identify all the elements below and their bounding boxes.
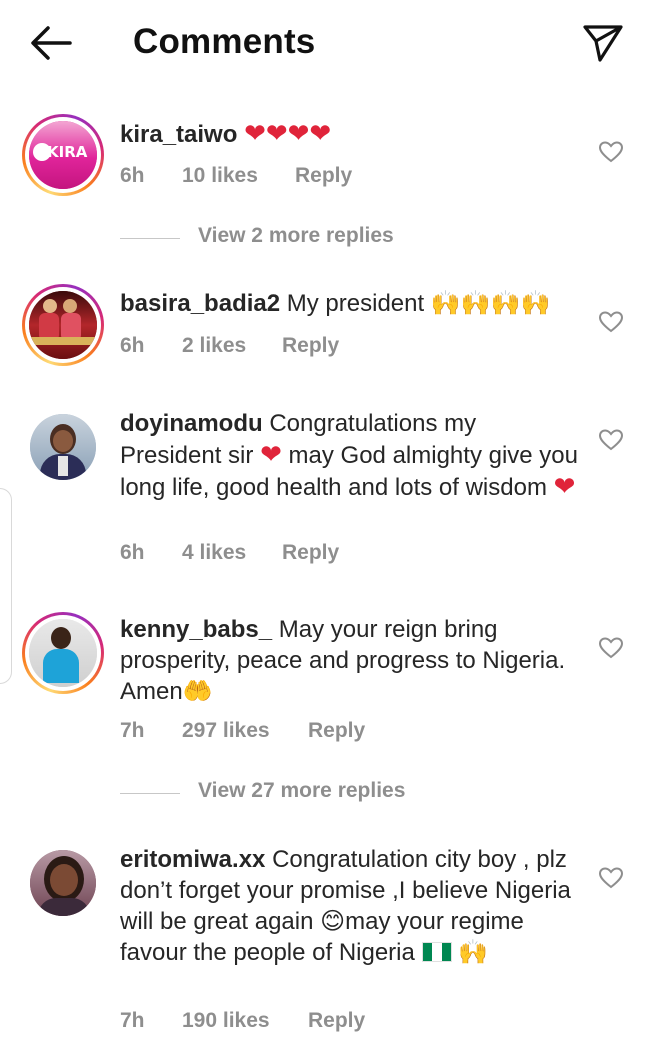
heart-outline-icon xyxy=(598,637,624,659)
reply-button[interactable]: Reply xyxy=(295,164,352,188)
arrow-left-icon xyxy=(31,26,72,60)
smiling-face-emoji: 😊 xyxy=(320,908,346,935)
comment-time: 6h xyxy=(120,334,145,357)
comment-time: 7h xyxy=(120,1009,145,1032)
comment-username[interactable]: doyinamodu xyxy=(120,410,263,437)
heart-emoji: ❤ xyxy=(553,471,576,501)
avatar[interactable] xyxy=(22,842,104,924)
avatar[interactable] xyxy=(22,612,104,694)
paper-plane-icon xyxy=(583,25,623,62)
raised-hands-emoji: 🙌🙌🙌🙌 xyxy=(430,290,551,317)
share-button[interactable] xyxy=(580,20,626,66)
comment-username[interactable]: kenny_babs_ xyxy=(120,616,272,643)
comment-username[interactable]: eritomiwa.xx xyxy=(120,846,265,873)
comment-likes[interactable]: 4 likes xyxy=(182,541,246,565)
comment-likes[interactable]: 190 likes xyxy=(182,1009,270,1033)
like-button[interactable] xyxy=(598,428,624,452)
comments-header: Comments xyxy=(0,0,662,86)
comment-body: doyinamodu Congratulations my President … xyxy=(120,408,580,503)
nigeria-flag-emoji xyxy=(421,942,452,962)
like-button[interactable] xyxy=(598,140,624,164)
comment-body: basira_badia2 My president 🙌🙌🙌🙌 xyxy=(120,288,580,319)
page-title: Comments xyxy=(133,22,316,61)
reply-button[interactable]: Reply xyxy=(282,334,339,358)
replies-divider xyxy=(120,793,180,794)
heart-emoji: ❤❤❤❤ xyxy=(244,118,332,148)
like-button[interactable] xyxy=(598,310,624,334)
side-panel-handle[interactable] xyxy=(0,488,12,684)
heart-emoji: ❤ xyxy=(260,439,282,469)
avatar[interactable]: KIRA xyxy=(22,114,104,196)
comment-likes[interactable]: 10 likes xyxy=(182,164,258,188)
reply-button[interactable]: Reply xyxy=(308,719,365,743)
avatar[interactable] xyxy=(22,406,104,488)
like-button[interactable] xyxy=(598,636,624,660)
heart-outline-icon xyxy=(598,429,624,451)
comment-text: My president xyxy=(286,290,425,317)
view-replies-label[interactable]: View 27 more replies xyxy=(198,779,405,803)
reply-button[interactable]: Reply xyxy=(308,1009,365,1033)
comment-body: kenny_babs_ May your reign bring prosper… xyxy=(120,614,580,707)
comment-username[interactable]: basira_badia2 xyxy=(120,290,280,317)
replies-divider xyxy=(120,238,180,239)
comment-likes[interactable]: 297 likes xyxy=(182,719,270,743)
comment-time: 7h xyxy=(120,719,145,742)
praying-hands-emoji: 🤲 xyxy=(182,678,213,705)
reply-button[interactable]: Reply xyxy=(282,541,339,565)
like-button[interactable] xyxy=(598,866,624,890)
comment-body: eritomiwa.xx Congratulation city boy , p… xyxy=(120,844,580,968)
heart-outline-icon xyxy=(598,867,624,889)
avatar[interactable] xyxy=(22,284,104,366)
view-replies-label[interactable]: View 2 more replies xyxy=(198,224,394,248)
comment-username[interactable]: kira_taiwo xyxy=(120,121,237,148)
comment-time: 6h xyxy=(120,164,145,187)
heart-outline-icon xyxy=(598,141,624,163)
heart-outline-icon xyxy=(598,311,624,333)
back-button[interactable] xyxy=(26,22,78,64)
comment-time: 6h xyxy=(120,541,145,564)
comment-likes[interactable]: 2 likes xyxy=(182,334,246,358)
raised-hands-emoji: 🙌 xyxy=(458,939,489,966)
comment-body: kira_taiwo ❤❤❤❤ xyxy=(120,118,580,150)
